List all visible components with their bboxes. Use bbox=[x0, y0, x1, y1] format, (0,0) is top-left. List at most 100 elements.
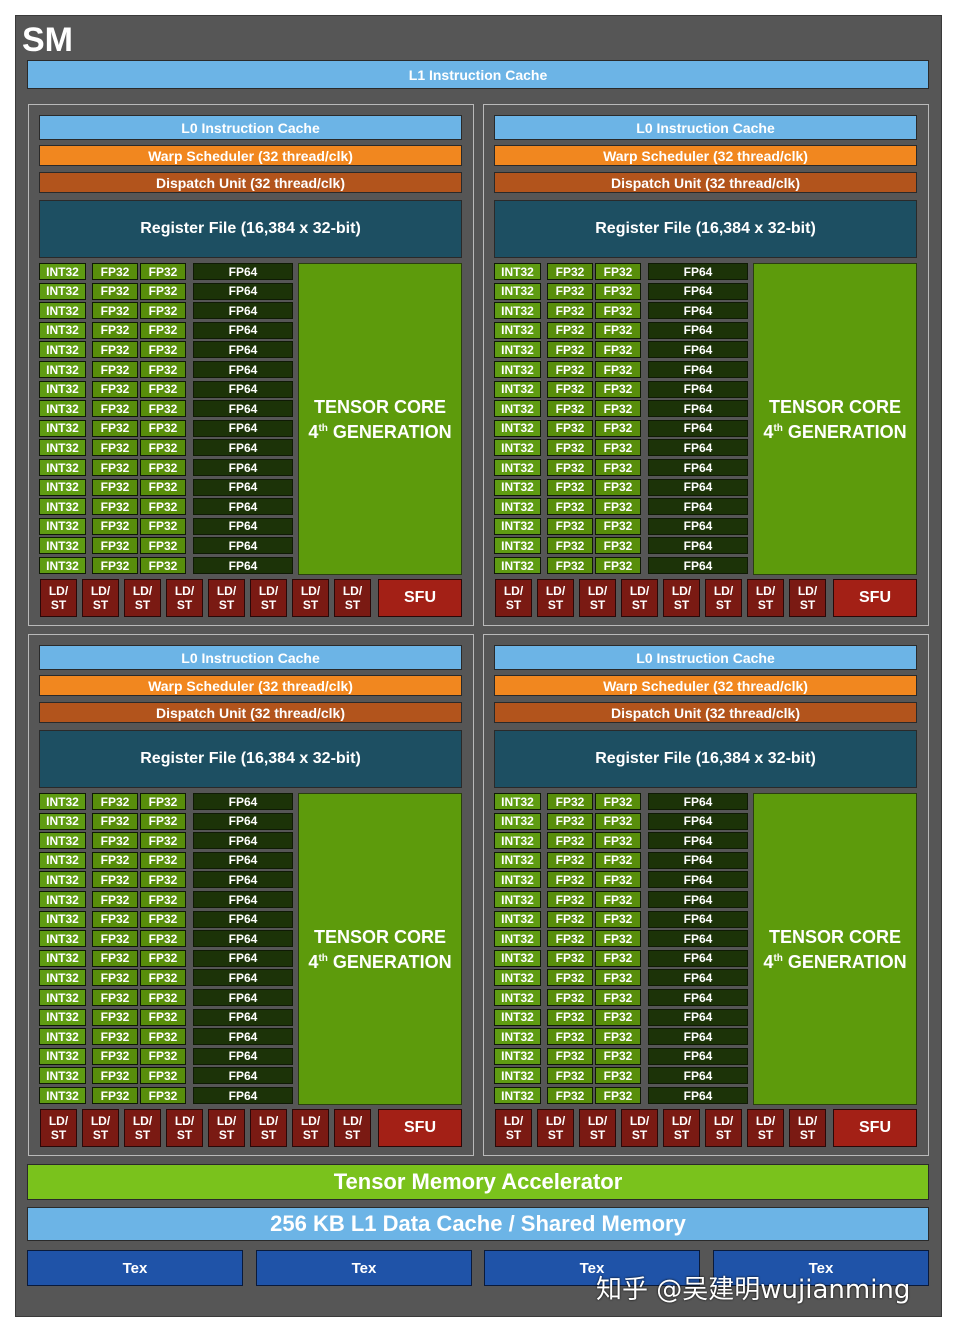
ld-st-label-bottom: ST bbox=[589, 598, 606, 612]
fp64-unit: FP64 bbox=[193, 989, 293, 1006]
fp32-unit: FP32 bbox=[595, 793, 641, 810]
ld-st-label-top: LD/ bbox=[545, 584, 566, 598]
l0-instruction-cache: L0 Instruction Cache bbox=[494, 115, 917, 140]
fp32-unit: FP32 bbox=[92, 832, 138, 850]
fp32-unit: FP32 bbox=[92, 302, 138, 320]
tensor-core-generation-suffix: th bbox=[773, 422, 783, 434]
fp32-unit: FP32 bbox=[140, 851, 186, 869]
fp32-unit: FP32 bbox=[92, 891, 138, 908]
int32-unit: INT32 bbox=[39, 557, 86, 574]
int32-unit: INT32 bbox=[494, 400, 541, 418]
tensor-core-generation-number: 4 bbox=[308, 421, 319, 442]
fp32-unit: FP32 bbox=[92, 949, 138, 967]
fp32-unit: FP32 bbox=[595, 989, 641, 1006]
fp64-unit: FP64 bbox=[648, 439, 748, 457]
ld-st-label-top: LD/ bbox=[629, 1114, 650, 1128]
int32-unit: INT32 bbox=[494, 361, 541, 378]
fp64-unit: FP64 bbox=[193, 1028, 293, 1046]
ld-st-unit: LD/ST bbox=[621, 579, 658, 617]
fp32-unit: FP32 bbox=[547, 557, 593, 574]
fp32-unit: FP32 bbox=[547, 459, 593, 476]
fp64-unit: FP64 bbox=[648, 989, 748, 1006]
fp64-unit: FP64 bbox=[193, 1008, 293, 1026]
l0-instruction-cache: L0 Instruction Cache bbox=[39, 115, 462, 140]
int32-unit: INT32 bbox=[494, 321, 541, 339]
fp32-unit: FP32 bbox=[595, 910, 641, 928]
int32-unit: INT32 bbox=[39, 459, 86, 476]
fp32-unit: FP32 bbox=[547, 871, 593, 889]
int32-unit: INT32 bbox=[494, 989, 541, 1006]
fp64-unit: FP64 bbox=[648, 793, 748, 810]
ld-st-label-top: LD/ bbox=[503, 1114, 524, 1128]
fp32-unit: FP32 bbox=[140, 910, 186, 928]
l0-instruction-cache: L0 Instruction Cache bbox=[494, 645, 917, 670]
ld-st-label-top: LD/ bbox=[755, 1114, 776, 1128]
ld-st-unit: LD/ST bbox=[208, 579, 245, 617]
int32-unit: INT32 bbox=[39, 1067, 86, 1085]
fp32-unit: FP32 bbox=[92, 969, 138, 987]
fp64-unit: FP64 bbox=[648, 1067, 748, 1085]
ld-st-label-bottom: ST bbox=[757, 598, 774, 612]
fp64-unit: FP64 bbox=[193, 910, 293, 928]
fp64-unit: FP64 bbox=[193, 380, 293, 398]
ld-st-unit: LD/ST bbox=[537, 579, 574, 617]
processing-block: L0 Instruction Cache Warp Scheduler (32 t… bbox=[483, 104, 929, 626]
warp-scheduler: Warp Scheduler (32 thread/clk) bbox=[39, 145, 462, 166]
ld-st-label-bottom: ST bbox=[505, 1128, 522, 1142]
fp32-unit: FP32 bbox=[92, 812, 138, 830]
tensor-core: TENSOR CORE 4th GENERATION bbox=[753, 263, 917, 575]
ld-st-unit: LD/ST bbox=[663, 579, 700, 617]
fp64-unit: FP64 bbox=[648, 361, 748, 378]
fp32-unit: FP32 bbox=[595, 439, 641, 457]
tensor-core-generation-suffix: th bbox=[773, 952, 783, 964]
ld-st-label-bottom: ST bbox=[547, 598, 564, 612]
warp-scheduler: Warp Scheduler (32 thread/clk) bbox=[494, 675, 917, 696]
ld-st-label-bottom: ST bbox=[757, 1128, 774, 1142]
fp64-unit: FP64 bbox=[648, 400, 748, 418]
fp32-unit: FP32 bbox=[595, 832, 641, 850]
fp32-unit: FP32 bbox=[595, 380, 641, 398]
fp64-unit: FP64 bbox=[193, 282, 293, 300]
int32-unit: INT32 bbox=[39, 400, 86, 418]
fp64-unit: FP64 bbox=[648, 517, 748, 535]
ld-st-unit: LD/ST bbox=[166, 1109, 203, 1147]
fp64-unit: FP64 bbox=[648, 969, 748, 987]
fp32-unit: FP32 bbox=[140, 1008, 186, 1026]
fp32-unit: FP32 bbox=[92, 930, 138, 948]
sfu-unit: SFU bbox=[833, 579, 917, 617]
ld-st-label-top: LD/ bbox=[216, 584, 237, 598]
fp32-unit: FP32 bbox=[92, 989, 138, 1006]
fp32-unit: FP32 bbox=[595, 419, 641, 437]
fp32-unit: FP32 bbox=[547, 851, 593, 869]
int32-unit: INT32 bbox=[39, 793, 86, 810]
int32-unit: INT32 bbox=[39, 969, 86, 987]
fp64-unit: FP64 bbox=[193, 498, 293, 516]
ld-st-unit: LD/ST bbox=[334, 579, 371, 617]
fp32-unit: FP32 bbox=[140, 537, 186, 555]
int32-unit: INT32 bbox=[494, 871, 541, 889]
ld-st-label-top: LD/ bbox=[713, 1114, 734, 1128]
ld-st-unit: LD/ST bbox=[250, 1109, 287, 1147]
fp32-unit: FP32 bbox=[92, 439, 138, 457]
fp64-unit: FP64 bbox=[648, 557, 748, 574]
processing-block: L0 Instruction Cache Warp Scheduler (32 t… bbox=[28, 634, 474, 1156]
ld-st-unit: LD/ST bbox=[663, 1109, 700, 1147]
fp32-unit: FP32 bbox=[140, 263, 186, 280]
int32-unit: INT32 bbox=[494, 341, 541, 359]
fp32-unit: FP32 bbox=[92, 1008, 138, 1026]
int32-unit: INT32 bbox=[39, 302, 86, 320]
int32-unit: INT32 bbox=[39, 812, 86, 830]
fp32-unit: FP32 bbox=[92, 1047, 138, 1065]
ld-st-label-bottom: ST bbox=[344, 1128, 361, 1142]
ld-st-label-top: LD/ bbox=[300, 1114, 321, 1128]
fp64-unit: FP64 bbox=[648, 832, 748, 850]
ld-st-label-top: LD/ bbox=[48, 584, 69, 598]
ld-st-label-top: LD/ bbox=[797, 584, 818, 598]
ld-st-label-top: LD/ bbox=[342, 1114, 363, 1128]
int32-unit: INT32 bbox=[39, 361, 86, 378]
ld-st-unit: LD/ST bbox=[495, 1109, 532, 1147]
fp32-unit: FP32 bbox=[547, 1028, 593, 1046]
int32-unit: INT32 bbox=[39, 910, 86, 928]
tensor-core-generation-label: GENERATION bbox=[787, 421, 907, 442]
fp64-unit: FP64 bbox=[193, 891, 293, 908]
